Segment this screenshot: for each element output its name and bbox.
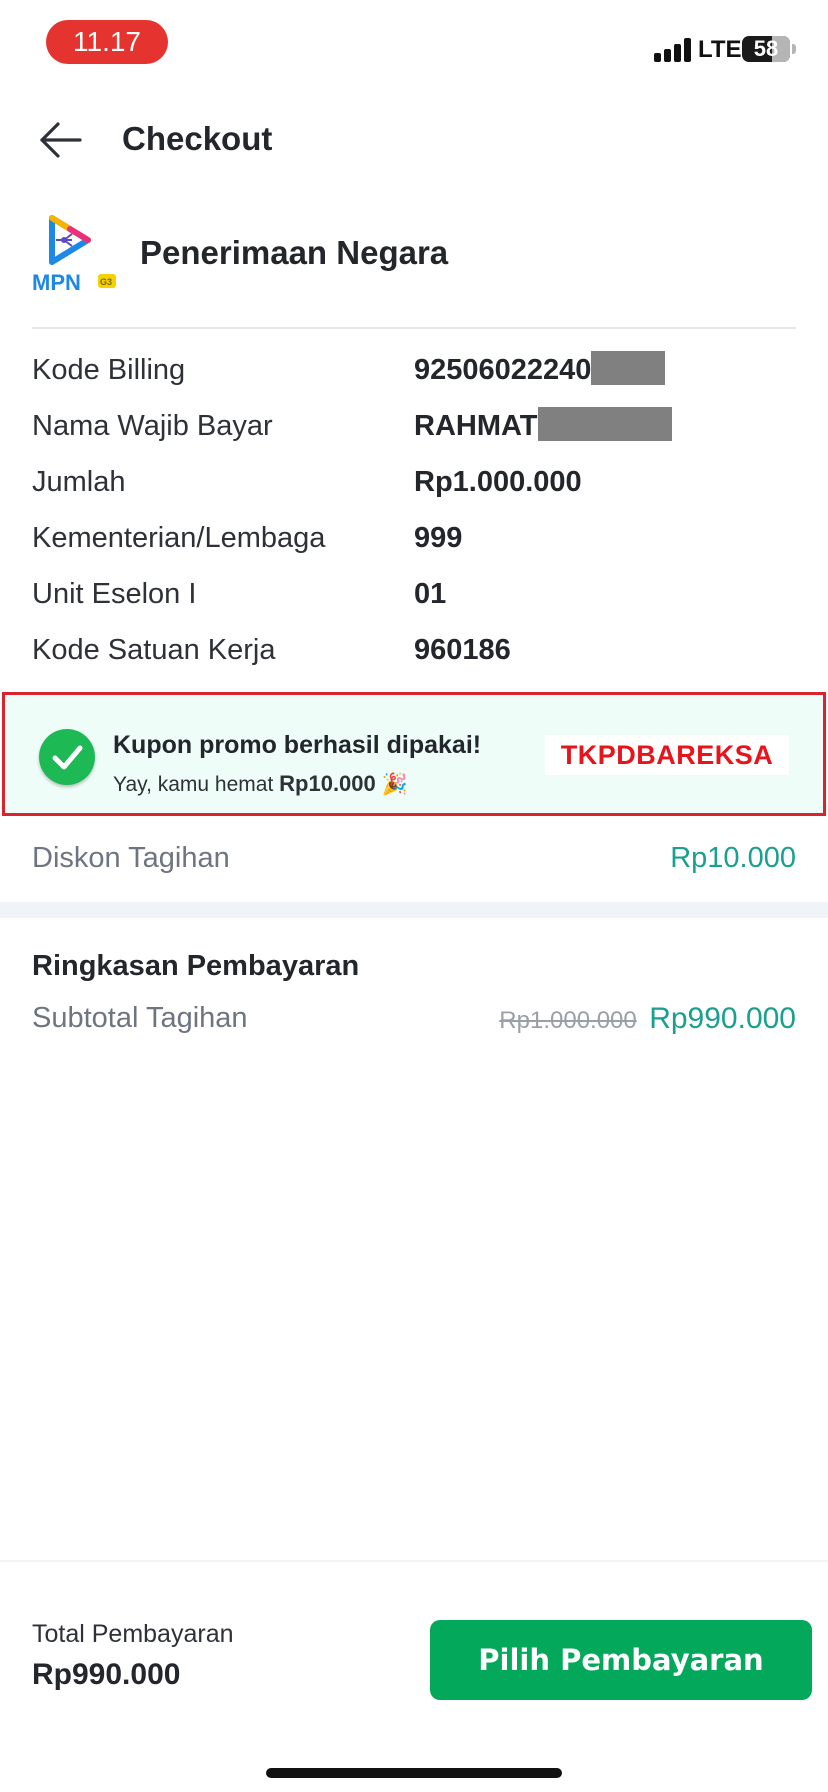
- mpn-logo-badge: G3: [100, 277, 112, 287]
- arrow-left-icon: [40, 122, 82, 158]
- detail-row-unit-eselon: Unit Eselon I 01: [32, 568, 796, 624]
- detail-label: Jumlah: [32, 466, 126, 498]
- detail-value: 999: [414, 522, 463, 554]
- billing-details: Kode Billing 92506022240 Nama Wajib Baya…: [32, 344, 796, 680]
- battery-tip: [792, 44, 796, 54]
- total-value: Rp990.000: [32, 1658, 181, 1691]
- promo-subtitle: Yay, kamu hemat Rp10.000 🎉: [113, 771, 408, 797]
- subtotal-values: Rp1.000.000 Rp990.000: [499, 1002, 796, 1036]
- promo-banner[interactable]: Kupon promo berhasil dipakai! Yay, kamu …: [2, 692, 826, 816]
- battery-level: 58: [753, 36, 779, 61]
- subtotal-final-price: Rp990.000: [649, 1002, 796, 1035]
- merchant-header: MPN G3 Penerimaan Negara: [0, 210, 828, 300]
- detail-row-kode-satuan-kerja: Kode Satuan Kerja 960186: [32, 624, 796, 680]
- battery-icon: 58: [742, 36, 790, 62]
- back-button[interactable]: [36, 116, 88, 164]
- detail-row-jumlah: Jumlah Rp1.000.000: [32, 456, 796, 512]
- detail-row-kementerian: Kementerian/Lembaga 999: [32, 512, 796, 568]
- detail-row-nama-wajib-bayar: Nama Wajib Bayar RAHMAT: [32, 400, 796, 456]
- promo-subtitle-prefix: Yay, kamu hemat: [113, 773, 274, 796]
- detail-label: Kode Satuan Kerja: [32, 634, 276, 666]
- check-circle-icon: [39, 729, 95, 785]
- status-time: 11.17: [46, 20, 168, 64]
- subtotal-row: Subtotal Tagihan Rp1.000.000 Rp990.000: [32, 1002, 796, 1042]
- promo-code: TKPDBAREKSA: [545, 735, 789, 775]
- detail-label: Nama Wajib Bayar: [32, 410, 273, 442]
- merchant-name: Penerimaan Negara: [140, 234, 449, 271]
- subtotal-original-price: Rp1.000.000: [499, 1007, 637, 1034]
- subtotal-label: Subtotal Tagihan: [32, 1002, 248, 1034]
- detail-value: Rp1.000.000: [414, 466, 582, 498]
- network-label: LTE: [698, 36, 742, 63]
- detail-value: 92506022240: [414, 351, 666, 387]
- detail-label: Kode Billing: [32, 354, 186, 386]
- mpn-logo: MPN G3: [32, 214, 118, 296]
- promo-savings-amount: Rp10.000: [279, 771, 376, 796]
- discount-value: Rp10.000: [670, 842, 796, 874]
- section-separator: [0, 902, 828, 918]
- discount-label: Diskon Tagihan: [32, 842, 230, 874]
- detail-label: Kementerian/Lembaga: [32, 522, 326, 554]
- summary-title: Ringkasan Pembayaran: [32, 950, 360, 982]
- redaction-block: [537, 407, 672, 442]
- party-popper-icon: 🎉: [381, 773, 408, 796]
- app-header: Checkout: [0, 100, 828, 180]
- footer-separator: [0, 1560, 828, 1562]
- status-bar: 11.17 LTE 58: [0, 0, 828, 90]
- page-title: Checkout: [122, 120, 273, 157]
- redaction-block: [591, 351, 666, 386]
- detail-value: RAHMAT: [414, 407, 672, 443]
- detail-value: 01: [414, 578, 447, 610]
- kode-billing-value: 92506022240: [414, 354, 592, 386]
- nama-wajib-bayar-value: RAHMAT: [414, 410, 538, 442]
- detail-value: 960186: [414, 634, 511, 666]
- total-label: Total Pembayaran: [32, 1620, 234, 1648]
- signal-icon: [654, 38, 692, 62]
- detail-label: Unit Eselon I: [32, 578, 197, 610]
- discount-row: Diskon Tagihan Rp10.000: [32, 842, 796, 882]
- home-indicator[interactable]: [266, 1768, 562, 1778]
- detail-row-kode-billing: Kode Billing 92506022240: [32, 344, 796, 400]
- divider: [32, 327, 796, 329]
- choose-payment-button[interactable]: Pilih Pembayaran: [430, 1620, 812, 1700]
- promo-title: Kupon promo berhasil dipakai!: [113, 731, 482, 759]
- mpn-logo-text: MPN: [32, 270, 81, 295]
